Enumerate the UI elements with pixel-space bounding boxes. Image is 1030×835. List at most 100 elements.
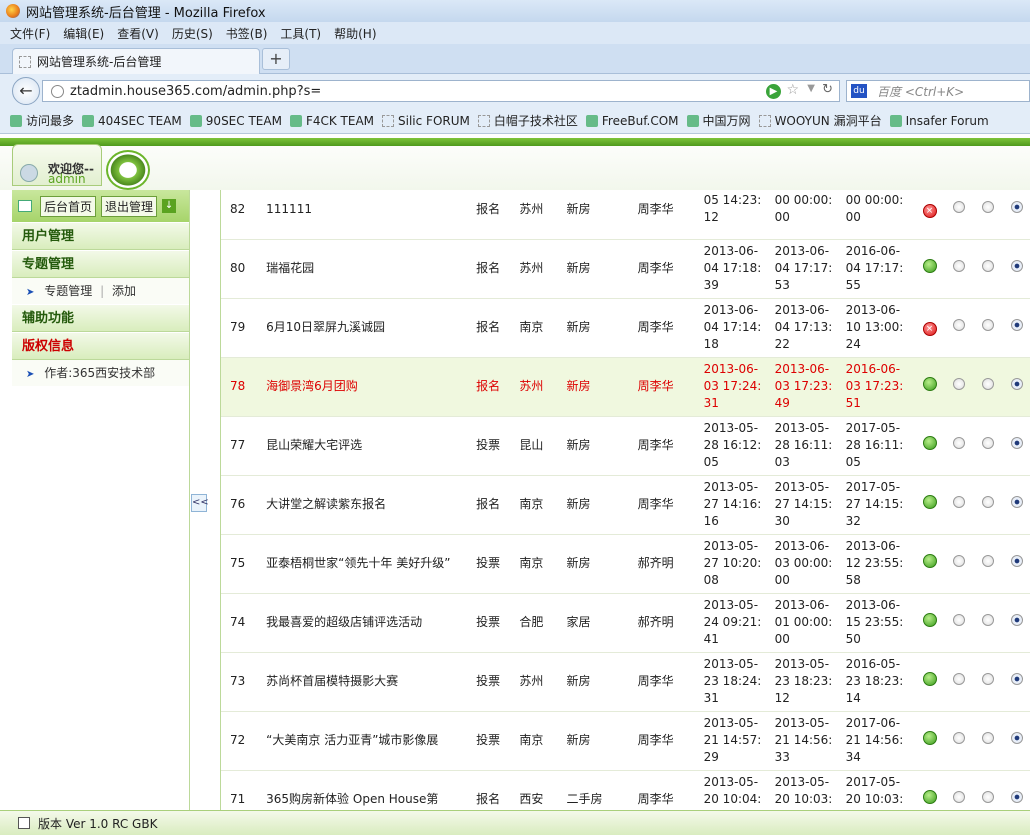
row-radio-cell: [944, 475, 974, 535]
topic-manage-link[interactable]: 专题管理: [44, 284, 92, 298]
status-radio[interactable]: [1010, 791, 1023, 803]
status-radio[interactable]: [1010, 378, 1023, 390]
tab-admin[interactable]: 网站管理系统-后台管理: [12, 48, 260, 74]
search-box[interactable]: du 百度 <Ctrl+K>: [846, 80, 1030, 102]
status-radio[interactable]: [952, 732, 965, 744]
status-ok-icon[interactable]: [922, 554, 937, 568]
row-status: [914, 534, 945, 594]
bookmark-star-icon[interactable]: ☆: [786, 82, 799, 98]
menu-bookmarks[interactable]: 书签(B): [226, 25, 268, 42]
status-radio[interactable]: [1010, 319, 1023, 331]
go-icon[interactable]: ▶: [766, 84, 781, 99]
status-ok-icon[interactable]: [922, 672, 937, 686]
status-radio[interactable]: [981, 496, 994, 508]
row-category: 新房: [558, 239, 630, 299]
status-radio[interactable]: [981, 614, 994, 626]
status-radio[interactable]: [952, 260, 965, 272]
status-error-icon[interactable]: ×: [922, 203, 937, 218]
status-radio[interactable]: [981, 260, 994, 272]
status-radio[interactable]: [1010, 496, 1023, 508]
bookmark-item[interactable]: 90SEC TEAM: [189, 113, 282, 128]
status-ok-icon[interactable]: [922, 377, 937, 391]
row-start: 2013-05- 27 14:15: 30: [772, 475, 844, 535]
menu-help[interactable]: 帮助(H): [334, 25, 376, 42]
status-radio[interactable]: [1010, 732, 1023, 744]
status-radio[interactable]: [1010, 260, 1023, 272]
status-error-icon[interactable]: ×: [922, 322, 937, 336]
table-row: 74 我最喜爱的超级店铺评选活动 投票 合肥 家居 郝齐明 2013-05- 24 09:2…: [221, 593, 1030, 653]
status-radio[interactable]: [981, 319, 994, 331]
status-ok-icon[interactable]: [922, 790, 937, 804]
status-radio[interactable]: [981, 791, 994, 803]
sidebar-section-user[interactable]: 用户管理: [12, 222, 189, 250]
status-radio[interactable]: [952, 378, 965, 390]
menu-history[interactable]: 历史(S): [172, 25, 213, 42]
sidebar-section-aux[interactable]: 辅助功能: [12, 304, 189, 332]
row-type: 投票: [472, 416, 516, 476]
menu-view[interactable]: 查看(V): [117, 25, 159, 42]
bookmark-item[interactable]: 访问最多: [10, 112, 74, 129]
bookmark-item[interactable]: WOOYUN 漏洞平台: [758, 112, 882, 129]
bookmark-label: 中国万网: [702, 114, 751, 128]
bookmark-item[interactable]: 中国万网: [686, 112, 751, 129]
status-radio[interactable]: [1010, 614, 1023, 626]
dropdown-arrow-icon[interactable]: ▼: [807, 83, 815, 94]
status-radio[interactable]: [1010, 200, 1023, 213]
new-tab-button[interactable]: +: [262, 48, 290, 70]
status-radio[interactable]: [952, 614, 965, 626]
status-radio[interactable]: [981, 732, 994, 744]
status-radio[interactable]: [952, 673, 965, 685]
status-radio[interactable]: [952, 791, 965, 803]
bookmark-item[interactable]: F4CK TEAM: [289, 114, 374, 128]
status-ok-icon[interactable]: [922, 613, 937, 627]
bookmark-item[interactable]: 白帽子技术社区: [477, 112, 578, 129]
row-radio-cell: [944, 298, 974, 358]
baidu-icon[interactable]: du: [851, 84, 867, 98]
status-radio[interactable]: [1010, 555, 1023, 567]
download-icon[interactable]: ↓: [162, 199, 177, 213]
status-radio[interactable]: [981, 555, 994, 567]
status-radio[interactable]: [981, 378, 994, 390]
row-status: [914, 770, 945, 810]
status-radio[interactable]: [952, 555, 965, 567]
status-radio[interactable]: [952, 319, 965, 331]
sidebar-section-copyright[interactable]: 版权信息: [12, 332, 189, 360]
menu-tools[interactable]: 工具(T): [280, 25, 321, 42]
status-radio[interactable]: [1010, 437, 1023, 449]
row-radio-cell: [973, 534, 1003, 594]
status-ok-icon[interactable]: [922, 731, 937, 745]
reload-icon[interactable]: ↻: [822, 82, 833, 97]
status-radio[interactable]: [952, 200, 965, 213]
status-radio[interactable]: [981, 673, 994, 685]
bookmark-label: 90SEC TEAM: [205, 113, 282, 128]
status-radio[interactable]: [1010, 673, 1023, 685]
sidebar-section-topic[interactable]: 专题管理: [12, 250, 189, 278]
status-radio[interactable]: [981, 200, 994, 213]
bookmark-label: 404SEC TEAM: [98, 113, 182, 128]
sidebar: 后台首页 退出管理 ↓ 用户管理 专题管理 ➤ 专题管理 | 添加 辅助功能 版…: [12, 190, 190, 810]
topic-add-link[interactable]: 添加: [112, 284, 136, 298]
status-radio[interactable]: [952, 437, 965, 449]
row-radio-cell: [973, 652, 1003, 712]
bookmark-item[interactable]: Insafer Forum: [889, 114, 989, 128]
url-bar[interactable]: ztadmin.house365.com/admin.php?s= ▶ ☆ ▼ …: [42, 80, 840, 102]
row-start: 2013-05- 23 18:23: 12: [772, 652, 844, 712]
status-ok-icon[interactable]: [922, 259, 937, 273]
logout-button[interactable]: 退出管理: [101, 195, 158, 217]
bookmark-item[interactable]: FreeBuf.COM: [585, 114, 679, 128]
back-button[interactable]: ←: [12, 77, 40, 105]
status-ok-icon[interactable]: [922, 436, 937, 450]
bookmark-item[interactable]: Silic FORUM: [382, 114, 470, 128]
collapse-sidebar-button[interactable]: <<: [191, 494, 209, 512]
status-radio[interactable]: [981, 437, 994, 449]
row-type: 投票: [472, 652, 516, 712]
row-id: 72: [221, 711, 263, 771]
menu-bar: 文件(F) 编辑(E) 查看(V) 历史(S) 书签(B) 工具(T) 帮助(H…: [0, 22, 1030, 44]
menu-edit[interactable]: 编辑(E): [63, 25, 104, 42]
bookmark-item[interactable]: 404SEC TEAM: [82, 114, 182, 128]
menu-file[interactable]: 文件(F): [10, 25, 50, 42]
separator: |: [100, 284, 105, 298]
status-ok-icon[interactable]: [922, 495, 937, 509]
home-button[interactable]: 后台首页: [40, 195, 97, 217]
status-radio[interactable]: [952, 496, 965, 508]
